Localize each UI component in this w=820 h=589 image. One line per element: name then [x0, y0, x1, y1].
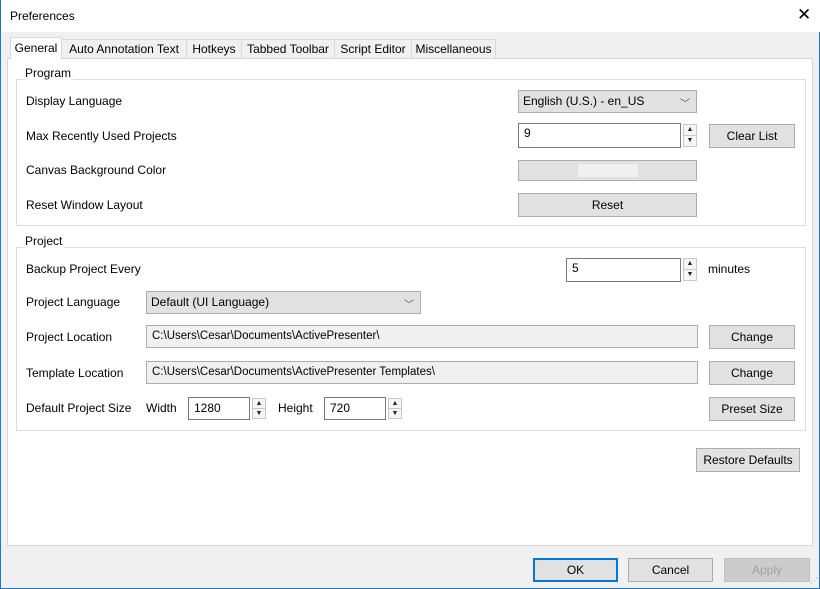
height-input[interactable]: 720: [324, 397, 386, 420]
restore-defaults-button[interactable]: Restore Defaults: [696, 448, 800, 472]
clear-list-button[interactable]: Clear List: [709, 124, 795, 148]
spin-up-icon[interactable]: ▲: [389, 399, 401, 409]
change-project-location-button[interactable]: Change: [709, 325, 795, 349]
height-label: Height: [278, 401, 313, 415]
chevron-down-icon: ﹀: [404, 300, 414, 311]
project-language-value: Default (UI Language): [151, 295, 270, 309]
reset-layout-label: Reset Window Layout: [26, 198, 143, 212]
tab-script-editor[interactable]: Script Editor: [334, 39, 412, 59]
template-location-field[interactable]: C:\Users\Cesar\Documents\ActivePresenter…: [146, 361, 698, 384]
project-language-select[interactable]: Default (UI Language) ﹀: [146, 291, 421, 314]
default-size-label: Default Project Size: [26, 401, 132, 415]
preferences-dialog: Preferences ✕ General Auto Annotation Te…: [0, 0, 820, 589]
spin-down-icon[interactable]: ▼: [684, 270, 696, 281]
reset-button[interactable]: Reset: [518, 193, 697, 217]
tab-hotkeys[interactable]: Hotkeys: [186, 39, 242, 59]
cancel-button[interactable]: Cancel: [628, 558, 713, 582]
height-stepper[interactable]: ▲ ▼: [388, 398, 402, 419]
display-language-label: Display Language: [26, 94, 123, 108]
width-label: Width: [146, 401, 177, 415]
spin-up-icon[interactable]: ▲: [684, 125, 696, 136]
apply-button[interactable]: Apply: [724, 558, 810, 582]
template-location-label: Template Location: [26, 366, 124, 380]
tab-tabbed-toolbar[interactable]: Tabbed Toolbar: [241, 39, 335, 59]
close-icon[interactable]: ✕: [797, 5, 811, 25]
tab-auto-annotation-text[interactable]: Auto Annotation Text: [61, 39, 187, 59]
spin-down-icon[interactable]: ▼: [253, 409, 265, 419]
max-recent-input[interactable]: 9: [518, 123, 681, 148]
tab-general[interactable]: General: [10, 37, 62, 59]
max-recent-label: Max Recently Used Projects: [26, 129, 177, 143]
title-bar: Preferences ✕: [1, 0, 820, 32]
backup-stepper[interactable]: ▲ ▼: [683, 258, 697, 281]
width-stepper[interactable]: ▲ ▼: [252, 398, 266, 419]
chevron-down-icon: ﹀: [680, 99, 690, 110]
resize-grip-icon[interactable]: ⋰: [810, 576, 818, 585]
tab-miscellaneous[interactable]: Miscellaneous: [411, 39, 496, 59]
canvas-bg-label: Canvas Background Color: [26, 163, 167, 177]
preset-size-button[interactable]: Preset Size: [709, 397, 795, 421]
color-swatch: [578, 164, 638, 177]
change-template-location-button[interactable]: Change: [709, 361, 795, 385]
backup-label: Backup Project Every: [26, 262, 141, 276]
display-language-value: English (U.S.) - en_US: [523, 94, 645, 108]
spin-down-icon[interactable]: ▼: [389, 409, 401, 419]
project-location-label: Project Location: [26, 330, 113, 344]
project-language-label: Project Language: [26, 295, 121, 309]
canvas-bg-color-button[interactable]: [518, 160, 697, 181]
width-input[interactable]: 1280: [188, 397, 250, 420]
project-legend: Project: [23, 234, 65, 248]
program-legend: Program: [23, 66, 74, 80]
spin-down-icon[interactable]: ▼: [684, 136, 696, 147]
ok-button[interactable]: OK: [533, 558, 618, 582]
spin-up-icon[interactable]: ▲: [253, 399, 265, 409]
backup-interval-input[interactable]: 5: [566, 258, 681, 282]
max-recent-stepper[interactable]: ▲ ▼: [683, 124, 697, 147]
display-language-select[interactable]: English (U.S.) - en_US ﹀: [518, 90, 697, 113]
window-title: Preferences: [10, 9, 75, 23]
project-location-field[interactable]: C:\Users\Cesar\Documents\ActivePresenter…: [146, 325, 698, 348]
minutes-label: minutes: [708, 262, 751, 276]
spin-up-icon[interactable]: ▲: [684, 259, 696, 270]
